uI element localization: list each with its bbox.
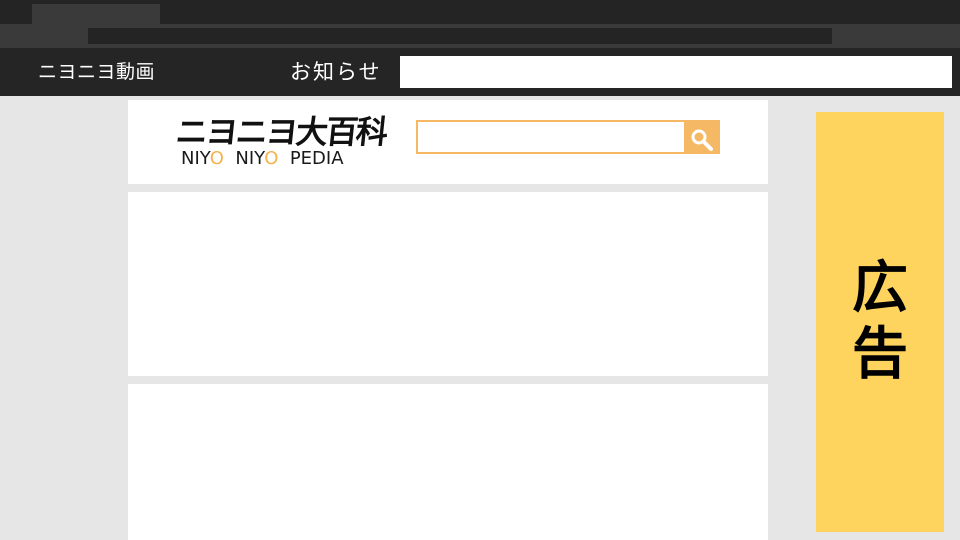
logo-subtitle-part: NIY — [181, 148, 210, 169]
logo-subtitle-part: PEDIA — [278, 148, 344, 169]
ad-label-line: 告 — [852, 322, 908, 387]
browser-address-bar[interactable] — [88, 28, 832, 44]
content-panel — [128, 192, 768, 376]
content-panel — [128, 384, 768, 540]
logo-subtitle: NIYO NIYO PEDIA — [181, 148, 344, 170]
logo-subtitle-accent: O — [209, 148, 224, 169]
search-input[interactable] — [416, 120, 684, 154]
advertisement[interactable]: 広 告 — [816, 112, 944, 532]
site-name-link[interactable]: ニヨニヨ動画 — [38, 58, 155, 86]
search-button[interactable] — [684, 120, 720, 154]
ad-label: 広 告 — [816, 112, 944, 532]
logo-subtitle-part: NIY — [223, 148, 265, 169]
encyclopedia-logo[interactable]: ニヨニヨ大百科 — [174, 112, 398, 152]
notice-bar[interactable] — [400, 56, 952, 88]
browser-tab[interactable] — [32, 4, 160, 24]
notice-label: お知らせ — [290, 60, 382, 84]
ad-label-line: 広 — [852, 256, 908, 321]
magnifier-icon — [691, 129, 713, 151]
logo-subtitle-accent: O — [264, 148, 279, 169]
